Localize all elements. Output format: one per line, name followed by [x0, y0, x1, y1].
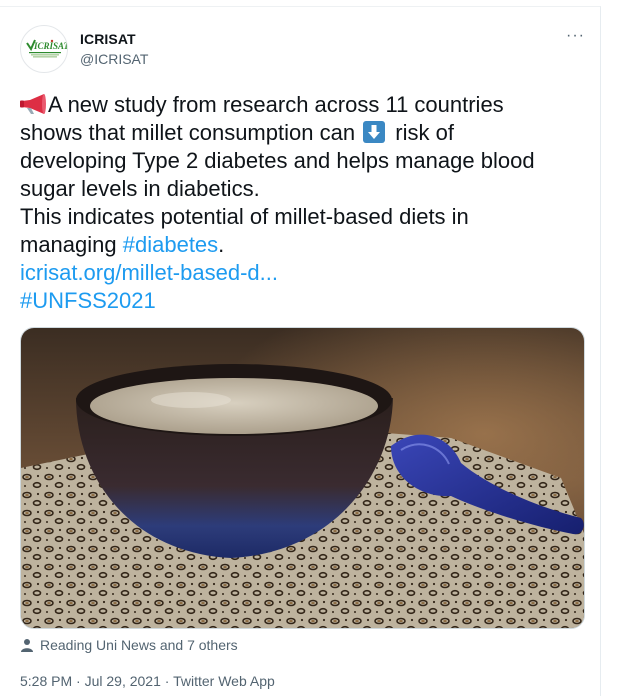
person-icon: [21, 639, 33, 652]
text-line: developing Type 2 diabetes and helps man…: [20, 148, 535, 173]
tagged-text: Reading Uni News and 7 others: [40, 637, 238, 653]
avatar-logo-text: ICRISAT: [33, 41, 68, 51]
text-line-2b: risk of: [389, 120, 454, 145]
text-line: managing #diabetes.: [20, 231, 590, 259]
tweet-image[interactable]: [20, 327, 585, 629]
hashtag-unfss2021[interactable]: #UNFSS2021: [20, 287, 590, 315]
megaphone-icon: [20, 93, 48, 115]
down-arrow-icon: [363, 121, 386, 143]
tweet-meta: 5:28 PM · Jul 29, 2021 · Twitter Web App: [20, 673, 275, 689]
tweet-source[interactable]: Twitter Web App: [173, 673, 275, 689]
article-link[interactable]: icrisat.org/millet-based-d...: [20, 259, 590, 287]
text-line-2a: shows that millet consumption can: [20, 120, 362, 145]
tweet-date[interactable]: Jul 29, 2021: [85, 673, 161, 689]
tagged-users[interactable]: Reading Uni News and 7 others: [20, 637, 238, 653]
text-line: sugar levels in diabetics.: [20, 176, 260, 201]
tweet-time[interactable]: 5:28 PM: [20, 673, 72, 689]
text-line: A new study from research across 11 coun…: [20, 91, 590, 119]
hashtag-diabetes[interactable]: #diabetes: [123, 232, 218, 257]
avatar[interactable]: ICRISAT: [20, 25, 68, 73]
text-line: This indicates potential of millet-based…: [20, 204, 469, 229]
text-line: shows that millet consumption can risk o…: [20, 119, 590, 147]
more-horizontal-icon[interactable]: ···: [566, 27, 585, 45]
tweet-card: ICRISAT ICRISAT @ICRISAT ··· A new study…: [0, 6, 601, 696]
meta-separator: ·: [76, 673, 81, 689]
text-line-6a: managing: [20, 232, 123, 257]
meta-separator: ·: [164, 673, 170, 689]
author-handle[interactable]: @ICRISAT: [80, 51, 148, 67]
text-line-1: A new study from research across 11 coun…: [48, 92, 504, 117]
text-line-6b: .: [218, 232, 225, 257]
icrisat-logo: ICRISAT: [26, 39, 68, 58]
tweet-text: A new study from research across 11 coun…: [20, 91, 590, 315]
millet-porridge-photo: [21, 328, 584, 628]
author-name[interactable]: ICRISAT: [80, 31, 136, 47]
